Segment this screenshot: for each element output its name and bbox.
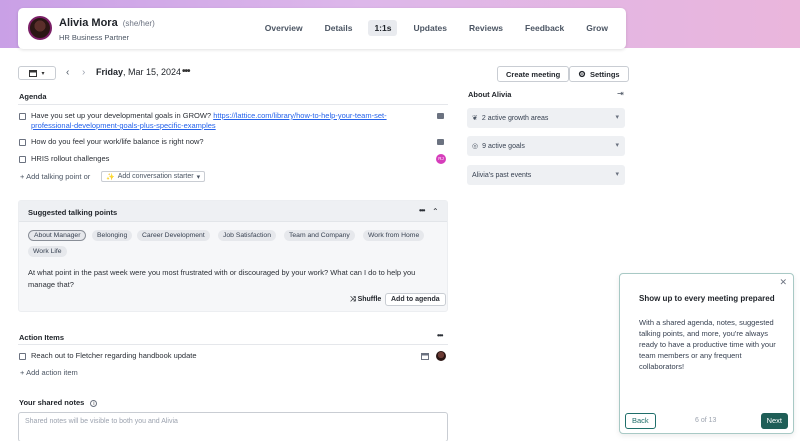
- agenda-item-3: HRIS rollout challenges: [31, 154, 110, 163]
- shuffle-label: Shuffle: [357, 296, 382, 303]
- tour-back-button[interactable]: Back: [625, 413, 656, 429]
- profile-header: Alivia Mora (she/her) HR Business Partne…: [18, 8, 626, 49]
- suggested-talking-points-panel: Suggested talking points ••• ⌃ About Man…: [18, 200, 448, 312]
- date-more-button[interactable]: •••: [182, 66, 190, 77]
- topic-chip[interactable]: Work from Home: [363, 230, 425, 241]
- date-weekday: Friday: [96, 67, 124, 77]
- person-name: Alivia Mora (she/her): [59, 17, 155, 29]
- topic-chip[interactable]: Job Satisfaction: [218, 230, 276, 241]
- active-goals-accordion[interactable]: ◎ 9 active goals ▾: [467, 136, 625, 156]
- action-item-checkbox[interactable]: [19, 353, 26, 360]
- assignee-avatar[interactable]: RJ: [436, 154, 446, 164]
- add-talking-point-label: Add talking point or: [26, 172, 91, 181]
- growth-areas-label: 2 active growth areas: [481, 114, 549, 122]
- onboarding-tour-popover: ✕ Show up to every meeting prepared With…: [619, 273, 794, 434]
- shared-notes-label: Your shared notes: [19, 398, 85, 407]
- past-events-accordion[interactable]: Alivia's past events ▾: [467, 165, 625, 185]
- agenda-title: Agenda: [19, 92, 47, 101]
- assignee-avatar[interactable]: [436, 351, 446, 361]
- chevron-down-icon: ▾: [41, 70, 45, 77]
- folder-icon[interactable]: [437, 139, 444, 145]
- chevron-down-icon: ▾: [615, 171, 619, 178]
- date-rest: , Mar 15, 2024: [123, 67, 182, 77]
- profile-nav: Overview Details 1:1s Updates Reviews Fe…: [249, 20, 614, 36]
- calendar-icon: [29, 70, 38, 77]
- avatar: [28, 16, 52, 40]
- topic-chip[interactable]: Career Development: [137, 230, 210, 241]
- close-icon[interactable]: ✕: [779, 277, 787, 288]
- tab-overview[interactable]: Overview: [259, 20, 309, 36]
- suggested-title: Suggested talking points: [28, 208, 118, 217]
- target-icon: ◎: [472, 143, 479, 150]
- add-to-agenda-button[interactable]: Add to agenda: [385, 293, 446, 306]
- settings-label: Settings: [590, 69, 620, 79]
- action-item-text: Reach out to Fletcher regarding handbook…: [31, 351, 197, 360]
- add-starter-label: Add conversation starter: [117, 173, 194, 180]
- suggested-question: At what point in the past week were you …: [28, 268, 416, 289]
- add-conversation-starter-button[interactable]: ✨ Add conversation starter ▾: [101, 171, 206, 182]
- meeting-date[interactable]: Friday, Mar 15, 2024: [96, 67, 181, 77]
- calendar-dropdown[interactable]: ▾: [18, 66, 56, 80]
- tour-title: Show up to every meeting prepared: [639, 294, 775, 303]
- agenda-item-2: How do you feel your work/life balance i…: [31, 137, 204, 146]
- shuffle-icon: ⤨: [350, 296, 356, 303]
- growth-areas-accordion[interactable]: ❦ 2 active growth areas ▾: [467, 108, 625, 128]
- tab-reviews[interactable]: Reviews: [463, 20, 509, 36]
- prev-date-button[interactable]: ‹: [66, 67, 69, 78]
- tab-1on1s[interactable]: 1:1s: [368, 20, 398, 36]
- tab-grow[interactable]: Grow: [580, 20, 614, 36]
- chevron-down-icon: ▾: [615, 114, 619, 121]
- shared-notes-title: Your shared notes i: [19, 398, 98, 407]
- add-talking-point[interactable]: + Add talking point or: [20, 172, 90, 181]
- agenda-checkbox[interactable]: [19, 139, 26, 146]
- tour-step-counter: 6 of 13: [695, 417, 717, 424]
- sparkle-icon: ✨: [106, 173, 115, 181]
- settings-button[interactable]: Settings: [569, 66, 629, 82]
- suggested-header: Suggested talking points ••• ⌃: [19, 201, 447, 222]
- agenda-item-1: Have you set up your developmental goals…: [31, 111, 401, 131]
- topic-chip[interactable]: Belonging: [92, 230, 133, 241]
- chevron-down-icon: ▾: [196, 173, 201, 181]
- chevron-down-icon: ▾: [615, 142, 619, 149]
- shuffle-button[interactable]: ⤨ Shuffle: [350, 296, 381, 304]
- name-text: Alivia Mora: [59, 17, 118, 29]
- tab-updates[interactable]: Updates: [407, 20, 453, 36]
- tab-details[interactable]: Details: [319, 20, 359, 36]
- action-items-more-button[interactable]: •••: [437, 331, 443, 340]
- create-meeting-label: Create meeting: [506, 69, 561, 79]
- agenda-divider: [18, 104, 448, 105]
- collapse-icon[interactable]: ⌃: [432, 207, 439, 216]
- next-date-button[interactable]: ›: [82, 67, 85, 78]
- collapse-panel-icon[interactable]: ⇥: [617, 89, 624, 98]
- pronouns: (she/her): [122, 19, 155, 28]
- suggested-more-button[interactable]: •••: [419, 206, 425, 215]
- about-title: About Alivia: [468, 90, 512, 99]
- tour-next-button[interactable]: Next: [760, 413, 788, 429]
- tour-body: With a shared agenda, notes, suggested t…: [639, 318, 776, 371]
- agenda-checkbox[interactable]: [19, 156, 26, 163]
- info-icon[interactable]: i: [90, 400, 98, 407]
- add-action-item-label: Add action item: [26, 368, 78, 377]
- agenda-item-text: Have you set up your developmental goals…: [31, 111, 214, 120]
- past-events-label: Alivia's past events: [472, 171, 532, 179]
- meeting-toolbar: ▾ ‹ › Friday, Mar 15, 2024 ••• Create me…: [18, 66, 629, 82]
- sprout-icon: ❦: [472, 115, 478, 122]
- calendar-icon[interactable]: [421, 352, 429, 360]
- topic-chip[interactable]: Work Life: [28, 246, 67, 257]
- create-meeting-button[interactable]: Create meeting: [497, 66, 570, 82]
- gear-icon: [578, 70, 586, 78]
- agenda-checkbox[interactable]: [19, 113, 26, 120]
- topic-chip[interactable]: About Manager: [28, 230, 87, 241]
- active-goals-label: 9 active goals: [482, 142, 525, 150]
- add-action-item[interactable]: + Add action item: [20, 368, 78, 377]
- shared-notes-input[interactable]: Shared notes will be visible to both you…: [18, 412, 448, 441]
- folder-icon[interactable]: [437, 113, 444, 119]
- tab-feedback[interactable]: Feedback: [519, 20, 570, 36]
- action-items-title: Action Items: [19, 333, 65, 342]
- topic-chip[interactable]: Team and Company: [284, 230, 355, 241]
- action-items-divider: [18, 344, 448, 345]
- person-title: HR Business Partner: [59, 33, 130, 42]
